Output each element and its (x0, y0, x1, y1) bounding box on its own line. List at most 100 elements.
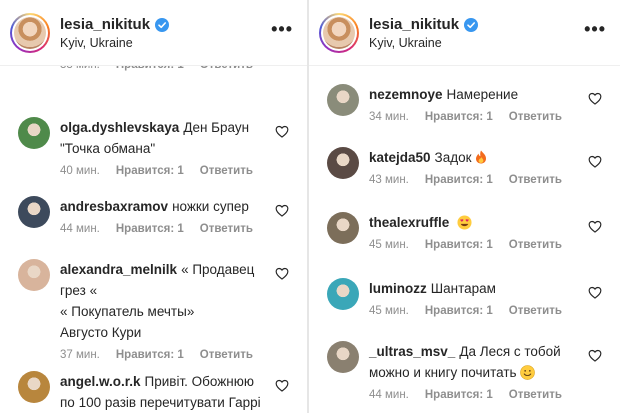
like-heart-icon[interactable] (275, 379, 289, 392)
comment-time: 40 мин. (60, 165, 100, 177)
comment-time: 43 мин. (369, 174, 409, 186)
comment-meta: 44 мин. Нравится: 1 Ответить (369, 389, 580, 401)
comment-text: luminozz Шантарам (369, 278, 580, 299)
comment-text: _ultras_msv_ Да Леся с тобой можно и книг… (369, 341, 580, 383)
comment-likes[interactable]: Нравится: 1 (116, 223, 184, 235)
comment-time: 37 мин. (60, 349, 100, 361)
verified-badge-icon (464, 17, 479, 32)
like-heart-icon[interactable] (588, 92, 602, 105)
comment-item: olga.dyshlevskaya Ден Браун "Точка обмана… (0, 117, 307, 177)
comment-time: 44 мин. (369, 389, 409, 401)
fire-emoji-icon (472, 150, 488, 165)
comments-panel-left: lesia_nikituk Kyiv, Ukraine ••• Приключе… (0, 0, 307, 413)
commenter-username[interactable]: olga.dyshlevskaya (60, 120, 179, 135)
profile-username[interactable]: lesia_nikituk (369, 16, 479, 33)
comment-text: alexandra_melnilk « Продавец грез « « Пок… (60, 259, 267, 343)
profile-location[interactable]: Kyiv, Ukraine (60, 36, 133, 50)
like-heart-icon[interactable] (588, 155, 602, 168)
reply-button[interactable]: Ответить (200, 349, 253, 361)
heart-eyes-emoji-icon (453, 215, 472, 230)
comment-time: 45 мин. (369, 239, 409, 251)
post-header: lesia_nikituk Kyiv, Ukraine ••• (0, 0, 307, 66)
commenter-username[interactable]: alexandra_melnilk (60, 262, 177, 277)
more-options-icon[interactable]: ••• (584, 20, 606, 38)
comment-item: alexandra_melnilk « Продавец грез « « Пок… (0, 259, 307, 361)
commenter-username[interactable]: luminozz (369, 281, 427, 296)
commenter-username[interactable]: thealexruffle (369, 215, 449, 230)
comment-meta: 45 мин. Нравится: 1 Ответить (369, 239, 580, 251)
commenter-avatar[interactable] (18, 117, 50, 149)
avatar[interactable] (10, 13, 50, 53)
commenter-avatar[interactable] (327, 212, 359, 244)
like-heart-icon[interactable] (275, 125, 289, 138)
like-heart-icon[interactable] (275, 204, 289, 217)
comment-likes[interactable]: Нравится: 1 (425, 111, 493, 123)
reply-button[interactable]: Ответить (509, 174, 562, 186)
avatar[interactable] (319, 13, 359, 53)
commenter-avatar[interactable] (18, 371, 50, 403)
comment-likes[interactable]: Нравится: 1 (425, 389, 493, 401)
reply-button[interactable]: Ответить (200, 165, 253, 177)
comment-time: 44 мин. (60, 223, 100, 235)
comment-meta: 40 мин. Нравится: 1 Ответить (60, 165, 267, 177)
comment-item: _ultras_msv_ Да Леся с тобой можно и книг… (309, 341, 620, 401)
commenter-avatar[interactable] (327, 84, 359, 116)
reply-button[interactable]: Ответить (509, 239, 562, 251)
comment-time: 34 мин. (369, 111, 409, 123)
comment-meta: 34 мин. Нравится: 1 Ответить (369, 111, 580, 123)
comment-meta: 44 мин. Нравится: 1 Ответить (60, 223, 267, 235)
comment-body: ножки супер (172, 199, 249, 214)
like-heart-icon[interactable] (588, 220, 602, 233)
commenter-username[interactable]: andresbaxramov (60, 199, 168, 214)
comment-item: nezemnoye Намерение 34 мин. Нравится: 1 Отве… (309, 84, 620, 123)
verified-badge-icon (155, 17, 170, 32)
profile-username[interactable]: lesia_nikituk (60, 16, 170, 33)
smile-emoji-icon (517, 365, 536, 380)
commenter-username[interactable]: nezemnoye (369, 87, 443, 102)
comment-text: thealexruffle (369, 212, 580, 233)
reply-button[interactable]: Ответить (509, 389, 562, 401)
comment-likes[interactable]: Нравится: 1 (116, 349, 184, 361)
more-options-icon[interactable]: ••• (271, 20, 293, 38)
comment-meta: 37 мин. Нравится: 1 Ответить (60, 349, 267, 361)
comment-item: angel.w.o.r.k Привіт. Обожнюю по 100 разі… (0, 371, 307, 413)
commenter-username[interactable]: _ultras_msv_ (369, 344, 455, 359)
comment-meta: 45 мин. Нравится: 1 Ответить (369, 305, 580, 317)
comment-text: katejda50 Задок (369, 147, 580, 168)
like-heart-icon[interactable] (588, 349, 602, 362)
comment-body: Задок (434, 150, 472, 165)
comment-text: olga.dyshlevskaya Ден Браун "Точка обмана… (60, 117, 267, 159)
reply-button[interactable]: Ответить (200, 223, 253, 235)
comments-panel-right: lesia_nikituk Kyiv, Ukraine ••• nezemnoy… (309, 0, 620, 413)
comment-text: angel.w.o.r.k Привіт. Обожнюю по 100 разі… (60, 371, 267, 413)
comment-body: Шантарам (430, 281, 496, 296)
profile-username-text[interactable]: lesia_nikituk (369, 16, 459, 33)
comment-time: 45 мин. (369, 305, 409, 317)
profile-location[interactable]: Kyiv, Ukraine (369, 36, 442, 50)
comment-likes[interactable]: Нравится: 1 (425, 174, 493, 186)
comment-meta: 43 мин. Нравится: 1 Ответить (369, 174, 580, 186)
profile-username-text[interactable]: lesia_nikituk (60, 16, 150, 33)
post-header: lesia_nikituk Kyiv, Ukraine ••• (309, 0, 620, 66)
commenter-avatar[interactable] (18, 259, 50, 291)
like-heart-icon[interactable] (275, 267, 289, 280)
comment-likes[interactable]: Нравится: 1 (116, 165, 184, 177)
commenter-avatar[interactable] (327, 341, 359, 373)
comment-item: thealexruffle 45 мин. Нравится: 1 Ответить (309, 212, 620, 251)
comment-item: luminozz Шантарам 45 мин. Нравится: 1 Ответи… (309, 278, 620, 317)
comment-likes[interactable]: Нравится: 1 (425, 305, 493, 317)
commenter-username[interactable]: katejda50 (369, 150, 431, 165)
comment-item: katejda50 Задок 43 мин. Нравится: 1 Ответит… (309, 147, 620, 186)
comment-text: nezemnoye Намерение (369, 84, 580, 105)
like-heart-icon[interactable] (588, 286, 602, 299)
reply-button[interactable]: Ответить (509, 305, 562, 317)
comment-item: andresbaxramov ножки супер 44 мин. Нравится… (0, 196, 307, 235)
commenter-avatar[interactable] (327, 147, 359, 179)
comment-body: Намерение (446, 87, 519, 102)
commenter-avatar[interactable] (327, 278, 359, 310)
reply-button[interactable]: Ответить (509, 111, 562, 123)
comment-likes[interactable]: Нравится: 1 (425, 239, 493, 251)
commenter-avatar[interactable] (18, 196, 50, 228)
commenter-username[interactable]: angel.w.o.r.k (60, 374, 141, 389)
comment-text: andresbaxramov ножки супер (60, 196, 267, 217)
